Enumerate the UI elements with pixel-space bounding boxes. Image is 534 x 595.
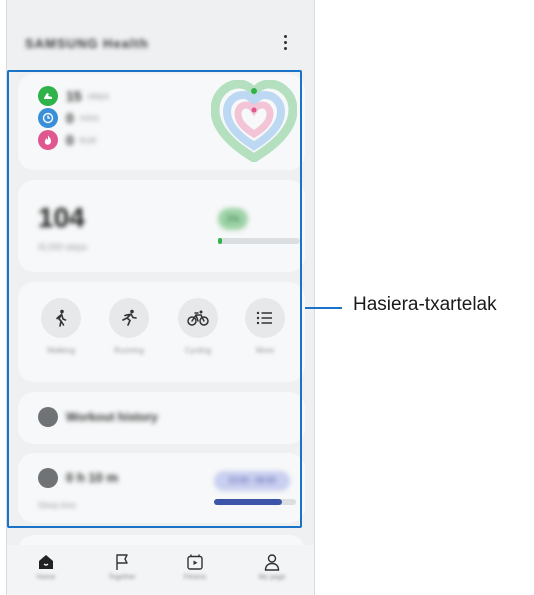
nav-home[interactable]: Home <box>21 553 71 581</box>
nav-my-page[interactable]: My page <box>247 553 297 581</box>
nav-home-label: Home <box>36 574 56 581</box>
more-dot-icon <box>283 40 287 44</box>
app-title: SAMSUNG Health <box>25 36 149 51</box>
bottom-navigation: Home Together Fitness My page <box>7 545 314 595</box>
nav-my-page-label: My page <box>258 574 286 581</box>
app-bar: SAMSUNG Health <box>7 0 314 68</box>
fitness-icon <box>187 554 203 570</box>
home-icon <box>39 555 53 569</box>
nav-together[interactable]: Together <box>97 553 147 581</box>
more-dot-icon <box>283 34 287 38</box>
flag-icon <box>116 554 128 570</box>
nav-together-label: Together <box>108 574 136 581</box>
callout-line <box>305 307 342 309</box>
more-options-button[interactable] <box>275 30 295 54</box>
nav-fitness[interactable]: Fitness <box>170 553 220 581</box>
nav-fitness-label: Fitness <box>183 574 207 581</box>
home-cards-highlight <box>7 70 302 528</box>
callout-label: Hasiera-txartelak <box>353 294 497 315</box>
more-dot-icon <box>283 46 287 50</box>
person-icon <box>264 554 280 571</box>
